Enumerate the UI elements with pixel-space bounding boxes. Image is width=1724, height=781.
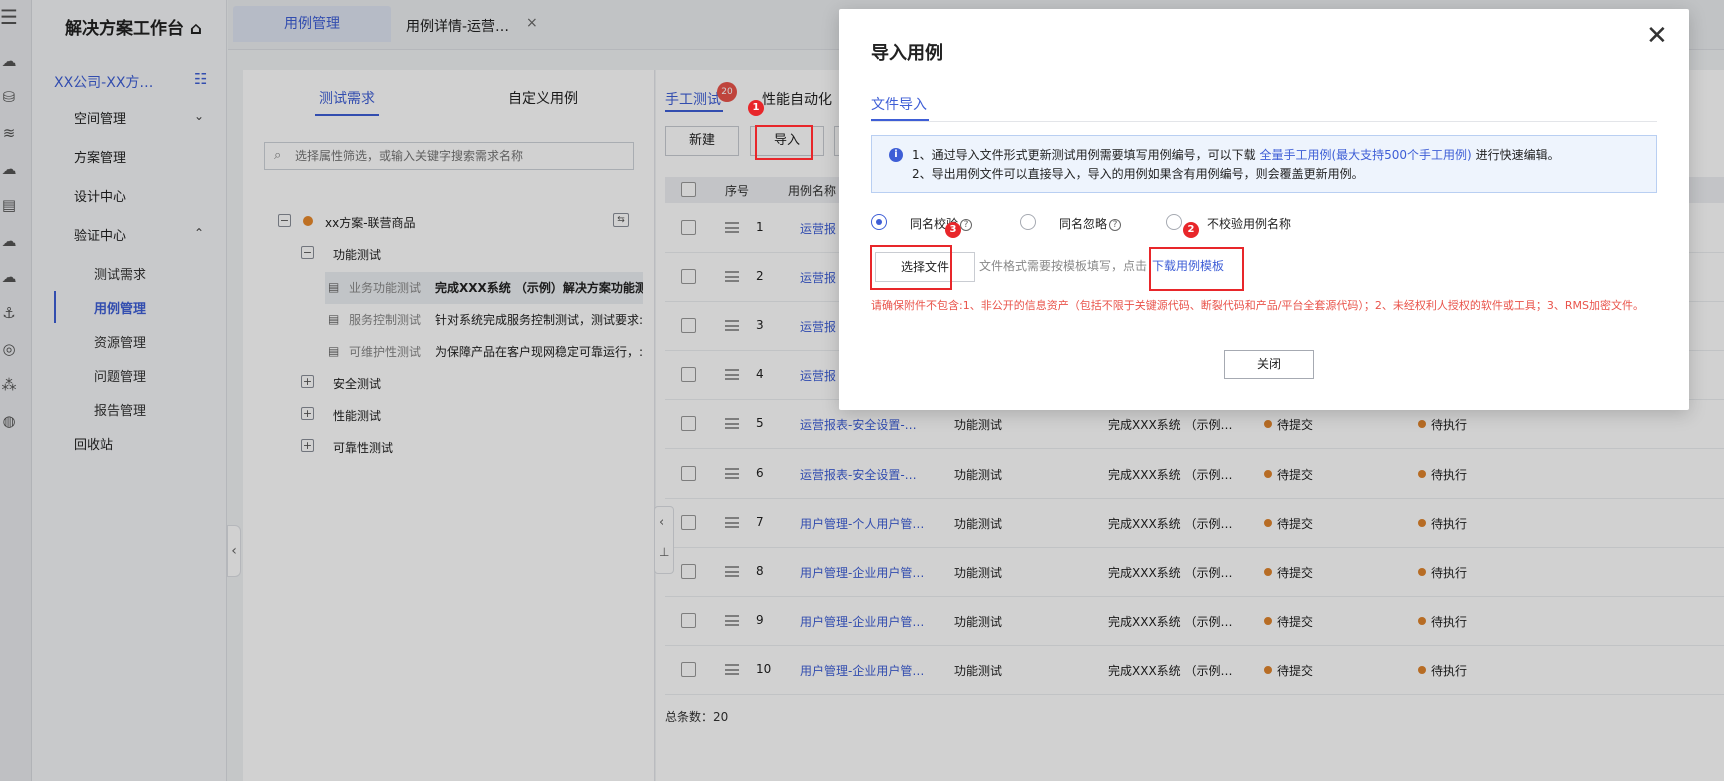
close-icon[interactable]: ✕	[1646, 23, 1668, 49]
file-hint: 文件格式需要按模板填写，点击	[979, 259, 1148, 273]
info-icon: i	[889, 148, 903, 162]
annotation-box	[755, 125, 813, 160]
close-button[interactable]: 关闭	[1224, 350, 1314, 379]
warning-text: 请确保附件不包含:1、非公开的信息资产（包括不限于关键源代码、断裂代码和产品/平…	[871, 299, 1645, 312]
annotation-box	[870, 245, 952, 290]
download-full-cases-link[interactable]: 全量手工用例(最大支持500个手工用例)	[1259, 148, 1471, 162]
annotation-number: 3	[945, 222, 961, 238]
radio-label: 不校验用例名称	[1207, 217, 1292, 231]
annotation-number: 1	[748, 100, 764, 116]
annotation-number: 2	[1183, 222, 1199, 238]
radio-label: 同名校验?	[910, 215, 973, 232]
radio-same-name-check[interactable]	[871, 214, 887, 230]
help-icon[interactable]: ?	[960, 219, 973, 231]
divider	[871, 121, 1657, 122]
info-line-2: 2、导出用例文件可以直接导入，导入的用例如果含有用例编号，则会覆盖更新用例。	[912, 167, 1364, 181]
radio-same-name-ignore[interactable]	[1020, 214, 1036, 230]
tab-file-import[interactable]: 文件导入	[871, 94, 927, 114]
radio-no-name-check[interactable]	[1166, 214, 1182, 230]
info-line-1: 1、通过导入文件形式更新测试用例需要填写用例编号，可以下载 全量手工用例(最大支…	[912, 148, 1560, 162]
import-cases-dialog: 导入用例 ✕ 文件导入 i 1、通过导入文件形式更新测试用例需要填写用例编号，可…	[839, 9, 1689, 410]
radio-label: 同名忽略?	[1059, 215, 1122, 232]
dialog-title: 导入用例	[871, 43, 943, 64]
help-icon[interactable]: ?	[1109, 219, 1122, 231]
annotation-box	[1149, 247, 1244, 291]
info-box: i 1、通过导入文件形式更新测试用例需要填写用例编号，可以下载 全量手工用例(最…	[871, 135, 1657, 193]
